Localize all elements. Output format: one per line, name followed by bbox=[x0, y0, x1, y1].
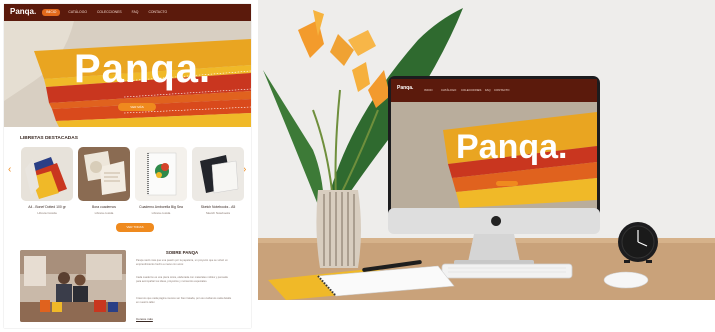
about-paragraph-1: Panqa nació más que una pasión por la pa… bbox=[136, 259, 228, 266]
product-card-3-name: Cuaderno Amborella Big Sea bbox=[139, 205, 183, 209]
product-card-1-name: A4 - Bonef Dotted 100 gr bbox=[28, 205, 66, 209]
monitor-nav-link-5: CONTACTO bbox=[494, 88, 510, 92]
hero-button[interactable]: VER MÁS bbox=[118, 103, 156, 111]
about-paragraph-2: Cada cuaderno es una pieza única, elabor… bbox=[136, 276, 228, 283]
view-all-button[interactable]: VER TODAS bbox=[116, 223, 154, 232]
hero-title: Panqa. bbox=[74, 47, 212, 91]
monitor-nav-link-3: COLECCIONES bbox=[461, 88, 482, 92]
nav-link-faq[interactable]: FAQ bbox=[130, 9, 141, 16]
monitor-nav-link-4: FAQ bbox=[485, 88, 491, 92]
product-card-2-image[interactable] bbox=[78, 147, 130, 201]
nav-link-catalogo[interactable]: CATÁLOGO bbox=[66, 9, 89, 16]
product-card-4-subtitle: Sketch Notebooks bbox=[205, 211, 231, 215]
monitor-site-logo: Panqa. bbox=[397, 85, 414, 91]
product-card-2-name: Bora cuadernos bbox=[92, 205, 116, 209]
about-section-title: SOBRE PANQA bbox=[165, 250, 199, 255]
about-paragraph-3: Creemos que cada página merece ser bien … bbox=[136, 297, 232, 304]
featured-section-title: LIBRETAS DESTACADAS bbox=[20, 136, 78, 141]
product-card-1-subtitle: Libreta Cosida bbox=[37, 211, 57, 215]
nav-links: INICIO CATÁLOGO COLECCIONES FAQ CONTACTO bbox=[42, 9, 169, 16]
top-navigation-bar: Panqa. INICIO CATÁLOGO COLECCIONES FAQ C… bbox=[4, 4, 251, 21]
product-card-3-subtitle: Libreta cosida bbox=[151, 211, 171, 215]
desk-scene-photo: Panqa. INICIO CATÁLOGO COLECCIONES FAQ C… bbox=[258, 0, 715, 332]
nav-link-colecciones[interactable]: COLECCIONES bbox=[95, 9, 124, 16]
product-card-3-image[interactable] bbox=[135, 147, 187, 201]
nav-link-inicio[interactable]: INICIO bbox=[42, 9, 61, 16]
monitor-hero-title: Panqa. bbox=[456, 128, 568, 166]
product-card-4-name: Sketch Notebooks - A5 bbox=[200, 205, 236, 209]
nav-link-contacto[interactable]: CONTACTO bbox=[146, 9, 169, 16]
about-learn-more-link[interactable]: Conoce más bbox=[136, 317, 153, 321]
carousel-prev-arrow-icon[interactable]: ‹ bbox=[8, 164, 11, 175]
about-photo bbox=[20, 250, 126, 322]
brand-logo[interactable]: Panqa. bbox=[10, 7, 36, 16]
hero-banner: Panqa. VER MÁS bbox=[4, 21, 251, 127]
website-mockup: Panqa. INICIO CATÁLOGO COLECCIONES FAQ C… bbox=[4, 4, 251, 328]
monitor-nav-link-2: CATÁLOGO bbox=[441, 88, 457, 92]
monitor-nav-link-1: INICIO bbox=[424, 88, 433, 92]
product-card-4-image[interactable] bbox=[192, 147, 244, 201]
product-card-1-image[interactable] bbox=[21, 147, 73, 201]
product-card-2-subtitle: Libreta cosida bbox=[94, 211, 114, 215]
